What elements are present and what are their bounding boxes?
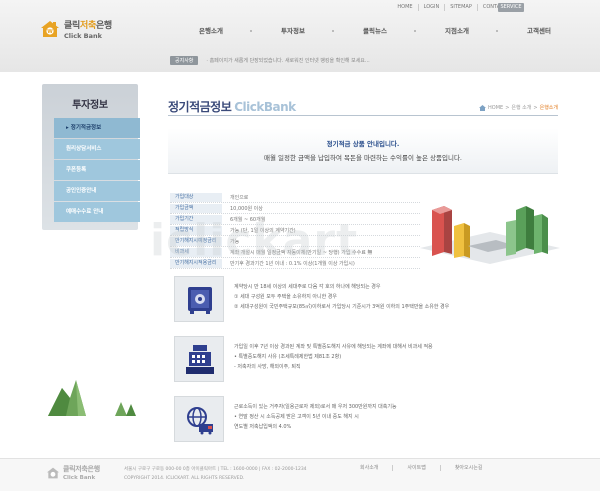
info-row: 가입금액 10,000원 이상 bbox=[170, 203, 420, 214]
service-button[interactable]: SERVICE bbox=[498, 3, 524, 12]
home-icon bbox=[479, 104, 487, 111]
info-value: 10,000원 이상 bbox=[230, 205, 263, 212]
feature-tax-exemption: 가입일 이후 7년 이상 경과된 계좌 및 특별중도해지 사유에 해당되는 계좌… bbox=[174, 336, 564, 386]
sidebar-item-coupon[interactable]: 쿠폰등록 bbox=[54, 160, 140, 180]
page-title: 정기적금정보 ClickBank bbox=[168, 100, 296, 114]
feature-text: 근로소득이 있는 거주자(일용근로자 제외)로서 매 우저 300만원까지 대축… bbox=[234, 404, 397, 430]
nav-branch-intro[interactable]: 지점소개 bbox=[416, 22, 498, 40]
info-label: 가입대상 bbox=[170, 192, 222, 202]
util-sitemap-link[interactable]: SITEMAP bbox=[445, 4, 478, 11]
notice-link[interactable]: · 홈페이지가 새롭게 단장되었습니다. 새로워진 인터넷 뱅킹을 확인해 보세… bbox=[206, 57, 369, 64]
product-info-table: 가입대상 개인으로 가입금액 10,000원 이상 가입기간 6개월 ~ 60개월 적… bbox=[170, 192, 420, 269]
breadcrumb-home[interactable]: HOME bbox=[488, 105, 503, 111]
house-logo-icon: W bbox=[41, 21, 59, 37]
info-label: 만기해지시적용금리 bbox=[170, 258, 222, 268]
sidebar-title: 투자정보 bbox=[72, 100, 108, 111]
nav-investment-info[interactable]: 투자정보 bbox=[252, 22, 334, 40]
mountain-illustration bbox=[48, 380, 136, 416]
main-nav: 은행소개 투자정보 클릭뉴스 지점소개 고객센터 bbox=[170, 22, 580, 40]
info-label: 가입기간 bbox=[170, 214, 222, 224]
city-buildings-illustration bbox=[420, 206, 560, 264]
intro-description: 매월 일정한 금액을 납입하여 목돈을 마련하는 수익률이 높은 상품입니다. bbox=[264, 154, 462, 162]
info-label: 적립방식 bbox=[170, 225, 222, 235]
globe-truck-icon bbox=[187, 407, 213, 435]
notice-label: 공지사항 bbox=[170, 56, 199, 65]
info-value: 가능 bbox=[230, 238, 240, 245]
info-label: 비과세 bbox=[170, 247, 222, 257]
info-row: 만기해지시예정금리 가능 bbox=[170, 236, 420, 247]
footer: 클릭저축은행 Click Bank 서울시 구로구 구로동 000-00 0층 … bbox=[0, 459, 600, 491]
info-value: 6개월 ~ 60개월 bbox=[230, 216, 266, 223]
nav-customer-center[interactable]: 고객센터 bbox=[498, 22, 580, 40]
info-row: 만기해지시적용금리 만기후 경과기간 1년 이내 : 0.1% 이상(1개월 이상… bbox=[170, 258, 420, 269]
util-home-link[interactable]: HOME bbox=[392, 4, 419, 11]
notice-bar: 공지사항 · 홈페이지가 새롭게 단장되었습니다. 새로워진 인터넷 뱅킹을 확… bbox=[170, 56, 370, 65]
site-logo[interactable]: W 클릭저축은행 Click Bank bbox=[40, 18, 112, 40]
breadcrumb: HOME > 은행 소개 > 은행소개 bbox=[479, 104, 558, 111]
footer-logo[interactable]: 클릭저축은행 Click Bank bbox=[46, 464, 100, 481]
info-value: 만기후 경과기간 1년 이내 : 0.1% 이상(1개월 이상 가입시) bbox=[230, 260, 355, 267]
intro-heading: 정기적금 상품 안내입니다. bbox=[326, 140, 400, 148]
info-row: 가입대상 개인으로 bbox=[170, 192, 420, 203]
nav-click-news[interactable]: 클릭뉴스 bbox=[334, 22, 416, 40]
product-intro: 정기적금 상품 안내입니다. 매월 일정한 금액을 납입하여 목돈을 마련하는 … bbox=[168, 128, 558, 174]
feature-text: 계약당시 만 18세 이상의 세대주로 다음 각 호의 하나에 해당되는 경우 … bbox=[234, 284, 450, 310]
nav-bank-intro[interactable]: 은행소개 bbox=[170, 22, 252, 40]
sidebar-menu: 정기적금정보 원리상담서비스 쿠폰등록 공인인증안내 예매수수료 안내 bbox=[54, 118, 140, 223]
title-divider bbox=[168, 115, 558, 116]
feature-eligibility: 계약당시 만 18세 이상의 세대주로 다음 각 호의 하나에 해당되는 경우 … bbox=[174, 276, 564, 326]
footer-link-directions[interactable]: 찾아오시는길 bbox=[441, 465, 497, 471]
info-row: 비과세 계좌 개설시 매월 일정금액 자동이체(만기일 ~ 당행) 가입 수수료 … bbox=[170, 247, 420, 258]
cash-register-icon bbox=[186, 345, 214, 374]
logo-english: Click Bank bbox=[64, 32, 102, 40]
footer-info: 서울시 구로구 구로동 000-00 0층 아이클릭아트 | TEL : 160… bbox=[124, 465, 307, 483]
info-row: 적립방식 가능 (단, 1일 이상의 계약기간) bbox=[170, 225, 420, 236]
breadcrumb-level1[interactable]: 은행 소개 bbox=[511, 104, 531, 111]
sidebar-item-installment-savings[interactable]: 정기적금정보 bbox=[54, 118, 140, 138]
info-label: 가입금액 bbox=[170, 203, 222, 213]
svg-text:W: W bbox=[47, 29, 53, 35]
footer-copyright: COPYRIGHT 2014. ICLICKART. ALL RIGHTS RE… bbox=[124, 476, 245, 481]
info-row: 가입기간 6개월 ~ 60개월 bbox=[170, 214, 420, 225]
feature-income-deduction: 근로소득이 있는 거주자(일용근로자 제외)로서 매 우저 300만원까지 대축… bbox=[174, 396, 564, 446]
footer-address: 서울시 구로구 구로동 000-00 0층 아이클릭아트 | TEL : 160… bbox=[124, 467, 307, 472]
breadcrumb-current: 은행소개 bbox=[539, 105, 558, 111]
footer-link-sitemap[interactable]: 사이트맵 bbox=[393, 465, 441, 471]
info-label: 만기해지시예정금리 bbox=[170, 236, 222, 246]
safe-icon bbox=[188, 287, 212, 314]
info-value: 개인으로 bbox=[230, 194, 249, 201]
sidebar-item-consulting[interactable]: 원리상담서비스 bbox=[54, 139, 140, 159]
info-value: 가능 (단, 1일 이상의 계약기간) bbox=[230, 227, 296, 234]
logo-korean: 클릭저축은행 bbox=[64, 21, 112, 31]
sidebar-item-fee-guide[interactable]: 예매수수료 안내 bbox=[54, 202, 140, 222]
sidebar-item-certificate[interactable]: 공인인증안내 bbox=[54, 181, 140, 201]
house-logo-icon bbox=[47, 467, 59, 478]
util-login-link[interactable]: LOGIN bbox=[419, 4, 446, 11]
footer-link-company[interactable]: 회사소개 bbox=[346, 465, 394, 471]
footer-links: 회사소개 사이트맵 찾아오시는길 bbox=[346, 465, 496, 471]
info-value: 계좌 개설시 매월 일정금액 자동이체(만기일 ~ 당행) 가입 수수료 無 bbox=[230, 249, 373, 256]
feature-text: 가입일 이후 7년 이상 경과된 계좌 및 특별중도해지 사유에 해당되는 계좌… bbox=[234, 344, 433, 370]
sidebar: 투자정보 정기적금정보 원리상담서비스 쿠폰등록 공인인증안내 예매수수료 안내 bbox=[42, 84, 140, 230]
